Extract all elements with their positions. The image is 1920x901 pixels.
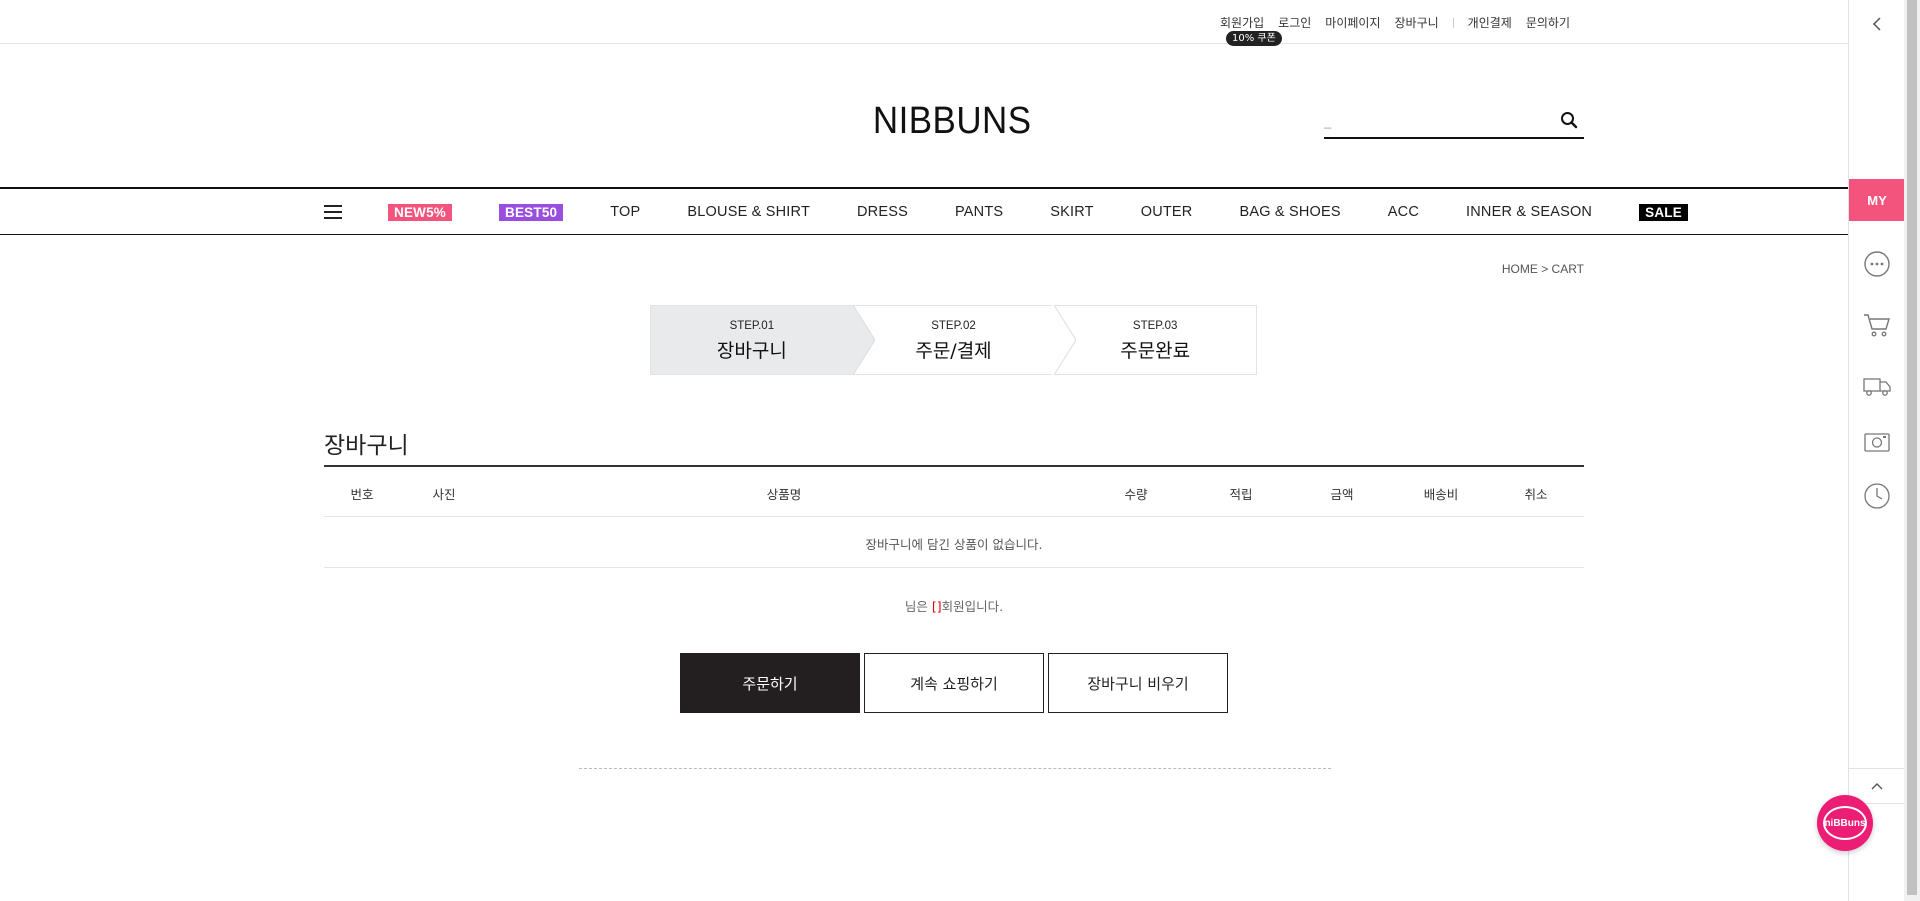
scrollbar-thumb[interactable]	[1907, 0, 1917, 895]
clock-icon[interactable]	[1863, 482, 1891, 510]
col-cancel: 취소	[1524, 487, 1548, 502]
main-navigation: NEW5% BEST50 TOP BLOUSE & SHIRT DRESS PA…	[0, 187, 1848, 235]
top-utility-bar: 회원가입 로그인 마이페이지 장바구니 개인결제 문의하기	[0, 0, 1848, 44]
col-photo: 사진	[432, 487, 456, 502]
delivery-truck-icon[interactable]	[1863, 372, 1891, 400]
cart-table: 번호 사진 상품명 수량 적립 금액 배송비 취소 장바구니에 담긴 상품이 없…	[324, 465, 1584, 568]
dashed-divider	[579, 768, 1331, 769]
my-button[interactable]: MY	[1849, 179, 1905, 221]
step-number: STEP.02	[931, 320, 976, 332]
cart-link[interactable]: 장바구니	[1394, 14, 1438, 31]
col-price: 금액	[1330, 487, 1354, 502]
step-cart: STEP.01 장바구니	[651, 305, 875, 375]
step-label: 장바구니	[716, 340, 787, 362]
col-product-name: 상품명	[766, 487, 802, 502]
quick-bar: MY	[1848, 0, 1905, 901]
continue-shopping-button[interactable]: 계속 쇼핑하기	[864, 653, 1044, 713]
nav-top[interactable]: TOP	[610, 204, 640, 220]
breadcrumb: HOME > CART	[1501, 262, 1584, 276]
step-arrow	[1052, 305, 1077, 375]
nav-inner-season[interactable]: INNER & SEASON	[1466, 204, 1592, 220]
top-links: 회원가입 로그인 마이페이지 장바구니 개인결제 문의하기	[1206, 14, 1570, 31]
step-number: STEP.03	[1132, 320, 1178, 332]
nav-outer[interactable]: OUTER	[1141, 204, 1193, 220]
hamburger-icon[interactable]	[324, 205, 342, 219]
login-link[interactable]: 로그인	[1278, 14, 1311, 31]
chevron-left-icon[interactable]	[1863, 10, 1891, 38]
site-logo[interactable]: NIBBUNS	[0, 100, 1904, 143]
chat-bubble-icon[interactable]	[1863, 250, 1891, 278]
cart-icon[interactable]	[1863, 310, 1891, 338]
search-icon[interactable]	[1560, 111, 1578, 129]
step-order-payment: STEP.02 주문/결제	[853, 305, 1077, 375]
nav-dress[interactable]: DRESS	[857, 204, 908, 220]
cart-actions: 주문하기 계속 쇼핑하기 장바구니 비우기	[680, 653, 1232, 713]
cart-title: 장바구니	[324, 433, 409, 459]
clear-cart-button[interactable]: 장바구니 비우기	[1048, 653, 1228, 713]
inquiry-link[interactable]: 문의하기	[1526, 14, 1570, 31]
order-button[interactable]: 주문하기	[680, 653, 860, 713]
nav-blouse-shirt[interactable]: BLOUSE & SHIRT	[687, 204, 810, 220]
empty-cart-message: 장바구니에 담긴 상품이 없습니다.	[324, 517, 1584, 568]
signup-link[interactable]: 회원가입	[1220, 14, 1264, 31]
table-header: 번호 사진 상품명 수량 적립 금액 배송비 취소	[324, 467, 1584, 517]
chevron-up-icon	[1871, 783, 1883, 790]
nav-best[interactable]: BEST50	[499, 203, 564, 221]
col-number: 번호	[350, 487, 374, 502]
page-scrollbar[interactable]	[1904, 0, 1920, 901]
mypage-link[interactable]: 마이페이지	[1325, 14, 1380, 31]
nav-skirt[interactable]: SKIRT	[1050, 204, 1093, 220]
col-points: 적립	[1229, 487, 1253, 502]
personal-payment-link[interactable]: 개인결제	[1468, 14, 1512, 31]
nav-acc[interactable]: ACC	[1388, 204, 1419, 220]
col-shipping: 배송비	[1423, 487, 1459, 502]
step-label: 주문/결제	[915, 340, 992, 362]
nav-pants[interactable]: PANTS	[955, 204, 1003, 220]
logo-text[interactable]: NIBBUNS	[873, 100, 1032, 143]
divider	[1452, 17, 1454, 28]
nav-bag-shoes[interactable]: BAG & SHOES	[1239, 204, 1340, 220]
step-label: 주문완료	[1120, 340, 1191, 362]
member-grade-note: 님은 []회원입니다.	[0, 596, 1908, 615]
step-order-complete: STEP.03 주문완료	[1054, 306, 1256, 374]
search-box	[1324, 103, 1584, 139]
col-quantity: 수량	[1124, 487, 1148, 502]
member-grade: []	[931, 599, 942, 614]
camera-icon[interactable]	[1863, 428, 1891, 456]
coupon-badge: 10% 쿠폰	[1226, 31, 1282, 46]
step-arrow	[850, 305, 875, 375]
search-input[interactable]	[1324, 109, 1544, 133]
chat-floating-button[interactable]: niBBuns	[1817, 795, 1873, 851]
nav-sale[interactable]: SALE	[1639, 203, 1688, 221]
step-number: STEP.01	[729, 320, 775, 332]
chat-logo: niBBuns	[1823, 806, 1867, 840]
order-steps: STEP.01 장바구니 STEP.02 주문/결제 STEP.03 주문완료	[650, 305, 1257, 375]
nav-new[interactable]: NEW5%	[388, 203, 453, 221]
member-note-suffix: 회원입니다.	[941, 599, 1004, 614]
member-note-prefix: 님은	[904, 599, 932, 614]
